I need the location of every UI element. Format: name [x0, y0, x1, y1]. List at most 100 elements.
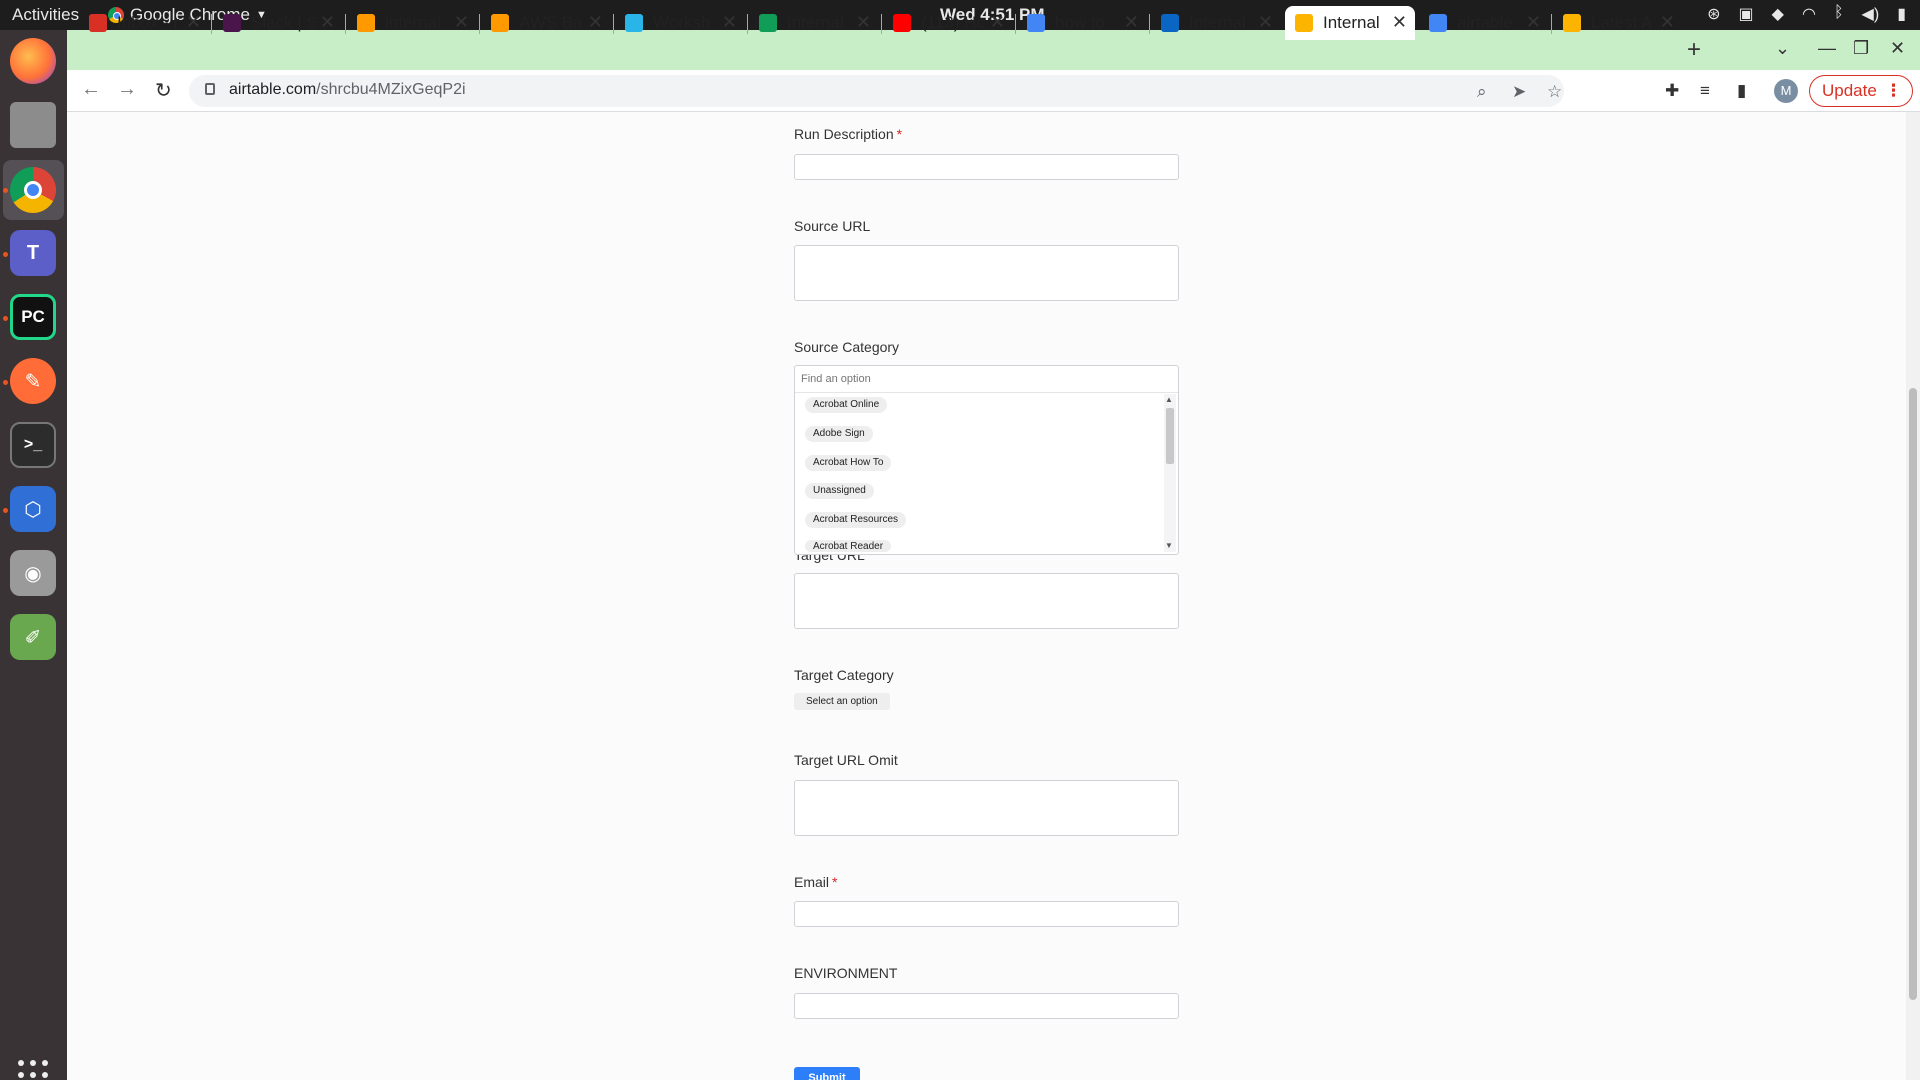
- profile-avatar[interactable]: M: [1774, 79, 1798, 103]
- zoom-icon[interactable]: ⌕: [1477, 82, 1487, 102]
- browser-tab[interactable]: Internal ✕: [1285, 6, 1415, 40]
- address-bar[interactable]: airtable.com/shrcbu4MZixGeqP2i ⌕ ➤ ☆: [189, 75, 1564, 107]
- airtable-icon: [1295, 14, 1313, 32]
- browser-tab[interactable]: airtable ✕: [1419, 6, 1549, 40]
- browser-tab[interactable]: Latest A ✕: [1553, 6, 1683, 40]
- close-tab-icon[interactable]: ✕: [588, 12, 603, 33]
- accessibility-icon[interactable]: ⊛: [1707, 4, 1720, 24]
- dock: T PC ✎ >_ ⬡ ◉ ✐: [0, 30, 67, 1080]
- volume-icon[interactable]: ◀): [1862, 4, 1880, 24]
- back-icon[interactable]: ←: [81, 78, 101, 101]
- target-url-input[interactable]: [794, 573, 1179, 629]
- close-tab-icon[interactable]: ✕: [1124, 12, 1139, 33]
- browser-tab[interactable]: Internal ✕: [749, 6, 879, 40]
- close-tab-icon[interactable]: ✕: [856, 12, 871, 33]
- option-acrobat-resources[interactable]: Acrobat Resources: [805, 512, 907, 528]
- option-acrobat-reader[interactable]: Acrobat Reader: [805, 540, 892, 552]
- option-acrobat-how-to[interactable]: Acrobat How To: [805, 455, 892, 471]
- close-tab-icon[interactable]: ✕: [990, 12, 1005, 33]
- lock-icon[interactable]: [205, 83, 215, 95]
- sheets-icon: [759, 14, 777, 32]
- browser-tab[interactable]: how to ✕: [1017, 6, 1147, 40]
- postman-icon[interactable]: ✎: [10, 358, 56, 404]
- bookmark-star-icon[interactable]: ☆: [1547, 82, 1562, 102]
- run-description-input[interactable]: [794, 154, 1179, 180]
- restore-icon[interactable]: ❐: [1853, 38, 1869, 59]
- email-input[interactable]: [794, 901, 1179, 927]
- browser-tab[interactable]: Inbox - r ✕: [79, 6, 209, 40]
- gmail-icon: [89, 14, 107, 32]
- environment-input[interactable]: [794, 993, 1179, 1019]
- browser-tab[interactable]: Internal ✕: [1151, 6, 1281, 40]
- close-tab-icon[interactable]: ✕: [186, 12, 201, 33]
- bluetooth-icon[interactable]: ᛒ: [1834, 4, 1844, 24]
- virtualbox-icon[interactable]: ⬡: [10, 486, 56, 532]
- target-category-select[interactable]: Select an option: [794, 693, 890, 710]
- dropdown-scrollbar[interactable]: ▲ ▼: [1164, 394, 1176, 552]
- browser-tab[interactable]: internal ✕: [347, 6, 477, 40]
- scroll-down-icon[interactable]: ▼: [1165, 541, 1173, 550]
- aws-icon: [491, 14, 509, 32]
- media-controls-icon[interactable]: ≡: [1700, 81, 1710, 101]
- activities-button[interactable]: Activities: [12, 5, 79, 25]
- close-tab-icon[interactable]: ✕: [722, 12, 737, 33]
- battery-icon[interactable]: ▮: [1897, 4, 1906, 24]
- option-search-input[interactable]: [801, 373, 1171, 385]
- teams-icon[interactable]: T: [10, 230, 56, 276]
- system-tray[interactable]: ⊛ ▣ ◆ ◠ ᛒ ◀) ▮: [1707, 4, 1906, 24]
- tab-title: AWS Ba: [519, 13, 583, 32]
- browser-tab[interactable]: Slack | S ✕: [213, 6, 343, 40]
- close-tab-icon[interactable]: ✕: [454, 12, 469, 33]
- dropdown-scroll-thumb[interactable]: [1166, 408, 1174, 464]
- option-search[interactable]: [801, 373, 1171, 391]
- forward-icon[interactable]: →: [117, 78, 137, 101]
- close-tab-icon[interactable]: ✕: [320, 12, 335, 33]
- google-icon: [1027, 14, 1045, 32]
- tab-search-icon[interactable]: ⌄: [1775, 38, 1790, 59]
- browser-tab[interactable]: (113) Hc ✕: [883, 6, 1013, 40]
- screenshot-icon[interactable]: ◉: [10, 550, 56, 596]
- update-button[interactable]: Update ⋮: [1809, 75, 1913, 107]
- tab-separator: [747, 14, 748, 34]
- wifi-icon[interactable]: ◠: [1802, 4, 1816, 24]
- chat-icon[interactable]: ▣: [1739, 4, 1754, 24]
- submit-button[interactable]: Submit: [794, 1067, 860, 1080]
- browser-tab[interactable]: AWS Ba ✕: [481, 6, 611, 40]
- page-scrollbar[interactable]: [1906, 112, 1920, 1080]
- target-url-omit-input[interactable]: [794, 780, 1179, 836]
- linkedin-icon: [1161, 14, 1179, 32]
- close-tab-icon[interactable]: ✕: [1258, 12, 1273, 33]
- new-tab-button[interactable]: +: [1687, 36, 1701, 64]
- reload-icon[interactable]: ↻: [155, 78, 172, 103]
- minimize-icon[interactable]: —: [1818, 38, 1836, 59]
- browser-toolbar: ← → ↻ airtable.com/shrcbu4MZixGeqP2i ⌕ ➤…: [67, 70, 1920, 112]
- tab-title: Internal: [1189, 13, 1246, 32]
- email-label: Email *: [794, 874, 838, 890]
- show-applications-icon[interactable]: [18, 1060, 48, 1080]
- terminal-icon[interactable]: >_: [10, 422, 56, 468]
- page-scroll-thumb[interactable]: [1909, 388, 1917, 1000]
- close-tab-icon[interactable]: ✕: [1392, 12, 1407, 33]
- tab-title: Internal: [1323, 13, 1380, 32]
- option-acrobat-online[interactable]: Acrobat Online: [805, 397, 888, 413]
- side-panel-icon[interactable]: ▮: [1737, 81, 1746, 101]
- source-url-input[interactable]: [794, 245, 1179, 301]
- option-adobe-sign[interactable]: Adobe Sign: [805, 426, 873, 442]
- firefox-icon[interactable]: [10, 38, 56, 84]
- option-unassigned[interactable]: Unassigned: [805, 483, 874, 499]
- tab-title: Internal: [787, 13, 844, 32]
- send-icon[interactable]: ➤: [1512, 82, 1526, 102]
- scroll-up-icon[interactable]: ▲: [1165, 395, 1173, 404]
- close-window-icon[interactable]: ✕: [1890, 38, 1905, 59]
- browser-tab[interactable]: Worksh ✕: [615, 6, 745, 40]
- close-tab-icon[interactable]: ✕: [1660, 12, 1675, 33]
- image-editor-icon[interactable]: ✐: [10, 614, 56, 660]
- source-category-dropdown[interactable]: Acrobat Online Adobe Sign Acrobat How To…: [794, 365, 1179, 555]
- close-tab-icon[interactable]: ✕: [1526, 12, 1541, 33]
- teams-tray-icon[interactable]: ◆: [1772, 4, 1784, 24]
- files-icon[interactable]: [10, 102, 56, 148]
- url-text[interactable]: airtable.com/shrcbu4MZixGeqP2i: [229, 81, 466, 99]
- extensions-icon[interactable]: ✚: [1665, 81, 1679, 101]
- pycharm-icon[interactable]: PC: [10, 294, 56, 340]
- chrome-icon[interactable]: [10, 167, 56, 213]
